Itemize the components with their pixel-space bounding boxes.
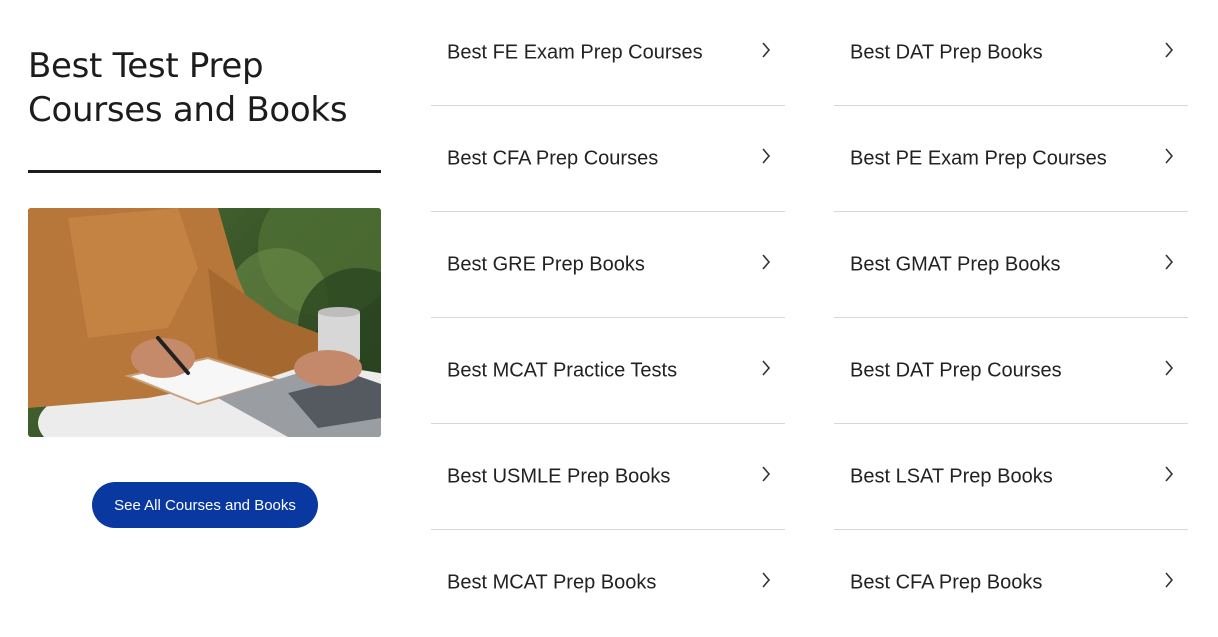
chevron-right-icon [1165,572,1174,588]
link-item[interactable]: Best MCAT Prep Books [431,530,785,635]
link-label: Best LSAT Prep Books [850,465,1053,488]
link-label: Best FE Exam Prep Courses [447,41,703,64]
link-label: Best PE Exam Prep Courses [850,147,1107,170]
link-column-1: Best FE Exam Prep Courses Best CFA Prep … [431,0,785,635]
link-item[interactable]: Best PE Exam Prep Courses [834,106,1188,212]
link-item[interactable]: Best USMLE Prep Books [431,424,785,530]
link-label: Best CFA Prep Books [850,571,1043,594]
chevron-right-icon [762,572,771,588]
see-all-courses-button[interactable]: See All Courses and Books [92,482,318,528]
chevron-right-icon [762,466,771,482]
chevron-right-icon [762,254,771,270]
chevron-right-icon [1165,148,1174,164]
link-item[interactable]: Best DAT Prep Books [834,0,1188,106]
study-photo-illustration [28,208,381,437]
link-item[interactable]: Best CFA Prep Courses [431,106,785,212]
chevron-right-icon [762,42,771,58]
section-title: Best Test Prep Courses and Books [28,46,348,130]
link-label: Best MCAT Practice Tests [447,359,678,382]
link-item[interactable]: Best LSAT Prep Books [834,424,1188,530]
study-photo [28,208,381,437]
link-label: Best MCAT Prep Books [447,571,657,594]
link-label: Best DAT Prep Courses [850,359,1062,382]
chevron-right-icon [762,148,771,164]
link-item[interactable]: Best MCAT Practice Tests [431,318,785,424]
chevron-right-icon [1165,466,1174,482]
link-label: Best USMLE Prep Books [447,465,671,488]
link-column-2: Best DAT Prep Books Best PE Exam Prep Co… [834,0,1188,635]
link-item[interactable]: Best FE Exam Prep Courses [431,0,785,106]
title-divider [28,170,381,173]
link-item[interactable]: Best GMAT Prep Books [834,212,1188,318]
link-label: Best GRE Prep Books [447,253,645,276]
link-item[interactable]: Best CFA Prep Books [834,530,1188,635]
link-item[interactable]: Best DAT Prep Courses [834,318,1188,424]
chevron-right-icon [1165,254,1174,270]
chevron-right-icon [1165,360,1174,376]
link-label: Best CFA Prep Courses [447,147,659,170]
link-label: Best GMAT Prep Books [850,253,1061,276]
link-label: Best DAT Prep Books [850,41,1043,64]
link-item[interactable]: Best GRE Prep Books [431,212,785,318]
chevron-right-icon [762,360,771,376]
chevron-right-icon [1165,42,1174,58]
